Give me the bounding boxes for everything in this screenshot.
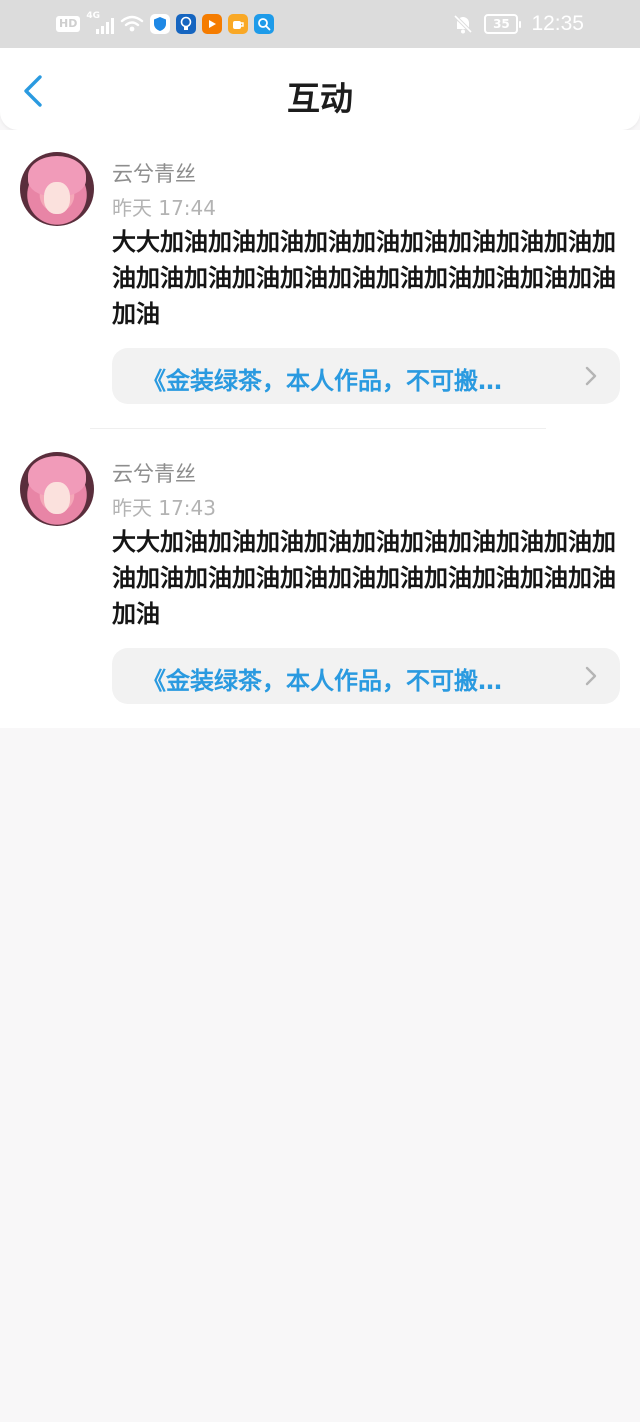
user-name[interactable]: 云兮青丝 xyxy=(112,458,196,488)
shield-app-icon xyxy=(150,14,171,34)
referenced-work-card[interactable]: 《金装绿茶，本人作品，不可搬… xyxy=(112,348,620,404)
status-bar: HD 4G 35 12:35 xyxy=(0,0,640,48)
chevron-right-icon xyxy=(585,666,597,686)
hd-icon: HD xyxy=(56,16,81,32)
comment-text: 大大加油加油加油加油加油加油加油加油加油加油加油加油加油加油加油加油加油加油加油… xyxy=(112,528,616,628)
list-item: 云兮青丝 昨天 17:44 大大加油加油加油加油加油加油加油加油加油加油加油加油… xyxy=(0,130,640,429)
referenced-work-title: 《金装绿茶，本人作品，不可搬… xyxy=(142,667,502,695)
wifi-icon xyxy=(121,15,144,32)
divider xyxy=(90,428,546,429)
bell-muted-icon xyxy=(454,14,473,34)
status-bar-right: 35 12:35 xyxy=(452,12,584,36)
chevron-right-icon xyxy=(585,366,597,386)
bulb-app-icon xyxy=(176,14,197,34)
user-name[interactable]: 云兮青丝 xyxy=(112,158,196,188)
status-time: 12:35 xyxy=(531,12,584,35)
battery-level: 35 xyxy=(484,14,519,34)
list-item: 云兮青丝 昨天 17:43 大大加油加油加油加油加油加油加油加油加油加油加油加油… xyxy=(0,430,640,728)
comment-time: 昨天 17:44 xyxy=(112,196,216,220)
cup-app-icon xyxy=(228,14,249,34)
status-bar-left: HD 4G xyxy=(56,11,275,35)
play-app-icon xyxy=(202,14,223,34)
page-title: 互动 xyxy=(287,79,353,118)
avatar[interactable] xyxy=(20,152,94,226)
comment-time: 昨天 17:43 xyxy=(112,496,216,520)
comment-text: 大大加油加油加油加油加油加油加油加油加油加油加油加油加油加油加油加油加油加油加油… xyxy=(112,228,616,328)
signal-icon: 4G xyxy=(86,11,115,35)
referenced-work-title: 《金装绿茶，本人作品，不可搬… xyxy=(142,367,502,395)
battery-icon: 35 xyxy=(484,14,522,34)
header: 互动 xyxy=(0,48,640,130)
avatar[interactable] xyxy=(20,452,94,526)
referenced-work-card[interactable]: 《金装绿茶，本人作品，不可搬… xyxy=(112,648,620,704)
interaction-list: 云兮青丝 昨天 17:44 大大加油加油加油加油加油加油加油加油加油加油加油加油… xyxy=(0,130,640,728)
search-app-icon xyxy=(254,14,275,34)
